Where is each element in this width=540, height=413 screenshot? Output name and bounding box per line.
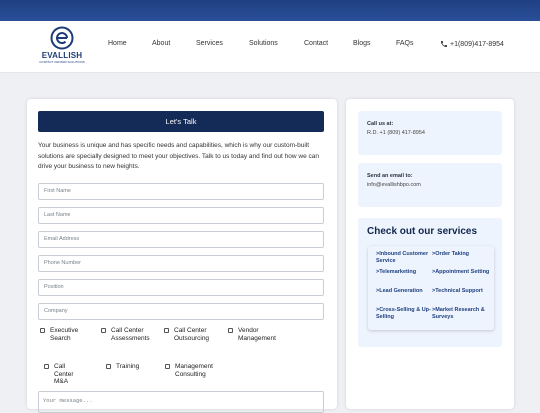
last-name-input[interactable]: Last Name: [38, 207, 324, 224]
checkbox-label: Vendor Management: [238, 327, 276, 342]
service-appointment-setting[interactable]: >Appointment Setting: [432, 269, 490, 276]
checkbox-call-center-assessments[interactable]: Call Center Assessments: [101, 327, 161, 342]
email-title: Send an email to:: [367, 173, 413, 179]
service-lead-generation[interactable]: >Lead Generation: [376, 288, 434, 295]
email-address[interactable]: info@evallishbpo.com: [367, 182, 421, 188]
logo-icon: [50, 26, 74, 50]
checkbox-label: Training: [116, 363, 140, 370]
services-list: >Inbound Customer Service >Order Taking …: [368, 246, 494, 330]
checkbox-label: Call Center Outsourcing: [174, 327, 210, 342]
nav-phone-link[interactable]: +1(809)417-8954: [440, 40, 504, 48]
checkbox-executive-search[interactable]: Executive Search: [40, 327, 92, 342]
message-textarea[interactable]: Your message...: [38, 391, 324, 413]
contact-info-card: Call us at: R.D. +1 (809) 417-8954 Send …: [346, 99, 514, 409]
checkbox-box[interactable]: [40, 328, 45, 333]
nav-services[interactable]: Services: [196, 40, 223, 47]
service-cross-selling[interactable]: >Cross-Selling & Up-Selling: [376, 307, 434, 321]
company-input[interactable]: Company: [38, 303, 324, 320]
checkbox-label: Executive Search: [50, 327, 79, 342]
service-order-taking[interactable]: >Order Taking: [432, 251, 490, 258]
checkbox-label: Call Center Assessments: [111, 327, 150, 342]
nav-home[interactable]: Home: [108, 40, 127, 47]
checkbox-label: Management Consulting: [175, 363, 213, 378]
form-header: Let's Talk: [38, 111, 324, 132]
navigation-bar: EVALLISH CONTACT CENTER SOLUTIONS Home A…: [0, 21, 540, 73]
nav-blogs[interactable]: Blogs: [353, 40, 371, 47]
brand-logo[interactable]: EVALLISH CONTACT CENTER SOLUTIONS: [38, 26, 86, 70]
first-name-input[interactable]: First Name: [38, 183, 324, 200]
call-info-box: Call us at: R.D. +1 (809) 417-8954: [358, 111, 502, 155]
checkbox-box[interactable]: [106, 364, 111, 369]
service-inbound[interactable]: >Inbound Customer Service: [376, 251, 434, 265]
checkbox-training[interactable]: Training: [106, 363, 156, 371]
checkbox-label: Call Center M&A: [54, 363, 74, 385]
checkbox-box[interactable]: [101, 328, 106, 333]
brand-name: EVALLISH: [41, 51, 83, 60]
call-title: Call us at:: [367, 121, 394, 127]
service-telemarketing[interactable]: >Telemarketing: [376, 269, 434, 276]
form-intro: Your business is unique and has specific…: [38, 142, 319, 170]
checkbox-vendor-management[interactable]: Vendor Management: [228, 327, 290, 342]
phone-icon: [441, 41, 447, 47]
checkbox-box[interactable]: [164, 328, 169, 333]
nav-contact[interactable]: Contact: [304, 40, 328, 47]
brand-tagline: CONTACT CENTER SOLUTIONS: [39, 60, 85, 64]
nav-phone-number: +1(809)417-8954: [450, 40, 504, 48]
position-input[interactable]: Position: [38, 279, 324, 296]
top-bar: [0, 0, 540, 21]
service-technical-support[interactable]: >Technical Support: [432, 288, 490, 295]
service-market-research[interactable]: >Market Research & Surveys: [432, 307, 490, 321]
nav-about[interactable]: About: [152, 40, 170, 47]
phone-input[interactable]: Phone Number: [38, 255, 324, 272]
checkbox-call-center-ma[interactable]: Call Center M&A: [44, 363, 84, 386]
checkbox-call-center-outsourcing[interactable]: Call Center Outsourcing: [164, 327, 224, 342]
call-number[interactable]: R.D. +1 (809) 417-8954: [367, 130, 425, 136]
services-box: Check out our services >Inbound Customer…: [358, 218, 502, 347]
contact-form-card: Let's Talk Your business is unique and h…: [27, 99, 337, 413]
nav-faqs[interactable]: FAQs: [396, 40, 414, 47]
checkbox-management-consulting[interactable]: Management Consulting: [165, 363, 225, 378]
checkbox-box[interactable]: [228, 328, 233, 333]
services-title: Check out our services: [367, 226, 478, 237]
email-input[interactable]: Email Address: [38, 231, 324, 248]
checkbox-box[interactable]: [165, 364, 170, 369]
email-info-box: Send an email to: info@evallishbpo.com: [358, 163, 502, 207]
checkbox-box[interactable]: [44, 364, 49, 369]
nav-solutions[interactable]: Solutions: [249, 40, 278, 47]
